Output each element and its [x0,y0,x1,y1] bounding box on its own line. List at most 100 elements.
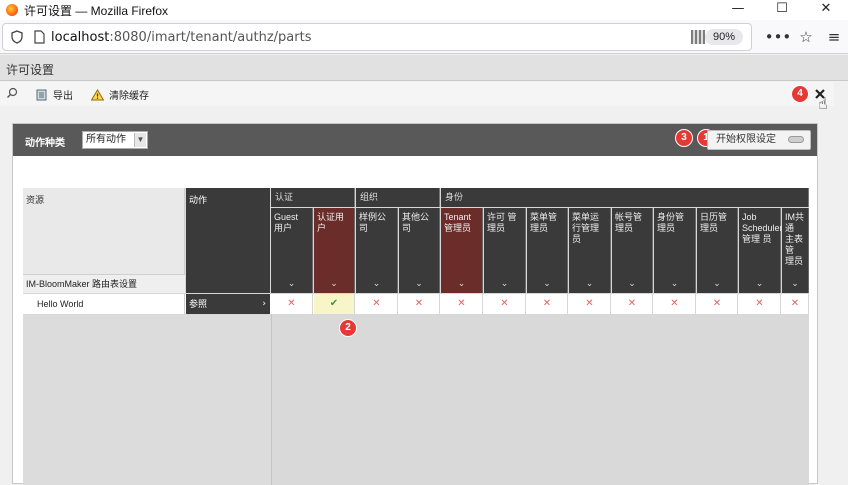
column-label: Guest 用户 [274,212,299,233]
warning-icon [91,88,104,100]
panel-header: 动作种类 所有动作 ▼ 3 1 开始权限设定 [13,124,817,156]
permission-cell-deny[interactable]: ✕ [782,294,809,314]
chevron-down-icon[interactable]: ⌄ [527,279,567,290]
firefox-logo-icon [6,4,18,16]
step-marker-4: 4 [792,86,808,102]
start-permission-setting-button[interactable]: 开始权限设定 [707,130,811,150]
permission-panel: 动作种类 所有动作 ▼ 3 1 开始权限设定 资源 IM-BloomMaker … [12,123,818,485]
clear-cache-button[interactable]: 清除缓存 [91,87,149,102]
permission-cell-deny[interactable]: ✕ [697,294,738,314]
chevron-down-icon[interactable]: ⌄ [484,279,525,290]
window-controls: — ☐ ✕ [716,0,848,20]
step-marker-2: 2 [340,320,356,336]
column-header-menu-admin[interactable]: 菜单管 理员 ⌄ [527,208,568,293]
permission-cell-deny[interactable]: ✕ [569,294,611,314]
window-titlebar: 许可设置 — Mozilla Firefox — ☐ ✕ [0,0,848,20]
url-host: localhost [51,29,110,45]
window-title: 许可设置 — Mozilla Firefox [24,3,169,18]
chevron-down-icon[interactable]: ⌄ [314,279,354,290]
column-label: 身份管 理员 [657,212,685,233]
mouse-cursor-icon: ☝ [818,94,828,113]
column-header-role-admin[interactable]: 身份管 理员 ⌄ [654,208,696,293]
search-icon [7,87,18,98]
column-label: 其他公司 [402,212,430,233]
column-header-account-admin[interactable]: 帐号管 理员 ⌄ [612,208,653,293]
column-header-license-admin[interactable]: 许可 管理员 ⌄ [484,208,526,293]
clear-cache-label: 清除缓存 [109,91,149,102]
chevron-down-icon[interactable]: ⌄ [739,279,780,290]
action-label: 参照 [189,299,208,309]
nav-tools: ••• ☆ ≡ [764,20,848,54]
page-icon [34,30,45,44]
permission-cell-allow[interactable]: ✔ [314,294,355,314]
column-label: 帐号管 理员 [615,212,643,233]
page-title: 许可设置 [6,63,55,77]
url-path: :8080/imart/tenant/authz/parts [109,29,312,45]
minimize-button[interactable]: — [716,0,760,20]
permission-cell-deny[interactable]: ✕ [271,294,313,314]
column-label: 菜单管 理员 [530,212,558,233]
column-header-job-scheduler-admin[interactable]: Job Scheduler管理 员 ⌄ [739,208,783,293]
action-type-value: 所有动作 [86,134,126,145]
chevron-down-icon[interactable]: ⌄ [441,279,482,290]
close-window-button[interactable]: ✕ [804,0,848,20]
column-header-sample-company[interactable]: 样例公司 ⌄ [356,208,398,293]
qr-code-icon[interactable] [691,30,705,44]
chevron-down-icon[interactable]: ⌄ [271,279,312,290]
column-label: 许可 管理员 [487,212,517,233]
action-type-select[interactable]: 所有动作 ▼ [82,131,148,149]
column-header-other-company[interactable]: 其他公司 ⌄ [399,208,440,293]
export-button[interactable]: 导出 [36,87,73,102]
resource-name-cell[interactable]: Hello World [23,294,185,314]
chevron-down-icon[interactable]: ⌄ [356,279,397,290]
action-column-header: 动作 [186,188,270,293]
browser-navbar: localhost:8080/imart/tenant/authz/parts … [0,20,848,54]
shield-icon[interactable] [9,29,25,45]
permission-cell-deny[interactable]: ✕ [399,294,440,314]
zoom-level-badge[interactable]: 90% [704,29,743,45]
page-header: 许可设置 [0,55,848,81]
resource-column-header: 资源 IM-BloomMaker 路由表设置 [23,188,185,293]
column-header-calendar-admin[interactable]: 日历管 理员 ⌄ [697,208,738,293]
hamburger-menu-icon[interactable]: ≡ [820,28,848,46]
permission-cell-deny[interactable]: ✕ [356,294,398,314]
chevron-down-icon: ▼ [134,133,146,147]
toggle-switch[interactable] [788,136,804,143]
chevron-down-icon[interactable]: ⌄ [569,279,610,290]
permission-cell-deny[interactable]: ✕ [484,294,526,314]
column-label: IM共通 主表 管 理员 [785,212,804,266]
maximize-button[interactable]: ☐ [760,0,804,20]
column-header-guest[interactable]: Guest 用户 ⌄ [271,208,313,293]
group-header-org: 组织 [356,188,440,207]
column-header-tenant-admin[interactable]: Tenant 管理员 ⌄ [441,208,483,293]
resource-group-name: IM-BloomMaker 路由表设置 [23,274,185,293]
empty-resource-area [23,315,271,485]
more-menu-icon[interactable]: ••• [764,28,792,46]
page-toolbar: 导出 清除缓存 [0,82,848,106]
chevron-down-icon[interactable]: ⌄ [654,279,695,290]
url-bar[interactable]: localhost:8080/imart/tenant/authz/parts … [2,23,752,51]
column-label: Job Scheduler管理 员 [742,212,783,244]
chevron-down-icon[interactable]: ⌄ [697,279,737,290]
column-header-authenticated-user[interactable]: 认证用户 ⌄ [314,208,355,293]
bookmark-star-icon[interactable]: ☆ [792,28,820,46]
permission-cell-deny[interactable]: ✕ [441,294,483,314]
column-header-menu-runtime-admin[interactable]: 菜单运 行管理 员 ⌄ [569,208,611,293]
export-label: 导出 [53,91,73,102]
permission-matrix: 资源 IM-BloomMaker 路由表设置 动作 认证 组织 身份 Guest… [23,188,809,485]
action-cell[interactable]: 参照 › [186,294,270,314]
permission-cell-deny[interactable]: ✕ [612,294,653,314]
permission-cell-deny[interactable]: ✕ [739,294,781,314]
group-header-role: 身份 [441,188,809,207]
column-label: 日历管 理员 [700,212,728,233]
column-header-im-common-master-admin[interactable]: IM共通 主表 管 理员 ⌄ [782,208,809,293]
chevron-down-icon[interactable]: ⌄ [399,279,439,290]
page-scrollbar[interactable] [834,82,848,484]
chevron-down-icon[interactable]: ⌄ [612,279,652,290]
action-header-label: 动作 [189,195,208,205]
search-button[interactable] [6,87,18,99]
permission-cell-deny[interactable]: ✕ [654,294,696,314]
url-text[interactable]: localhost:8080/imart/tenant/authz/parts [51,30,311,45]
permission-cell-deny[interactable]: ✕ [527,294,568,314]
chevron-down-icon[interactable]: ⌄ [782,279,808,290]
